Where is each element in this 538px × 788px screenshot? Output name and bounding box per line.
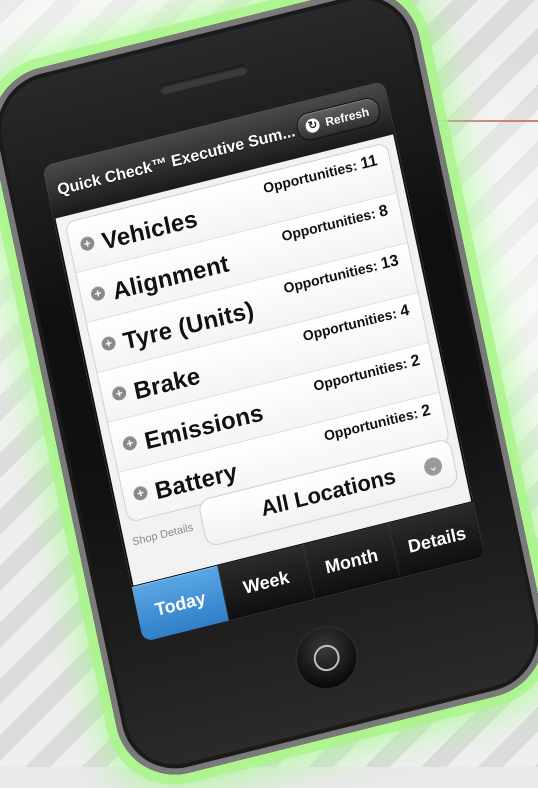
refresh-button[interactable]: ↻ Refresh [294, 95, 383, 144]
plus-circle-icon: + [110, 384, 128, 402]
plus-circle-icon: + [89, 284, 107, 303]
plus-circle-icon: + [121, 434, 139, 452]
opportunities-value: 2 [409, 351, 422, 371]
plus-circle-icon: + [79, 235, 96, 253]
plus-circle-icon: + [132, 484, 149, 502]
opportunities-value: 13 [379, 252, 401, 273]
plus-circle-icon: + [100, 334, 117, 352]
opportunities-value: 8 [377, 202, 390, 221]
refresh-label: Refresh [324, 104, 371, 130]
shop-details-label: Shop Details [131, 521, 195, 549]
opportunities-value: 2 [419, 401, 433, 421]
opportunities-value: 11 [359, 152, 380, 173]
opportunities-value: 4 [398, 301, 411, 321]
chevron-down-icon: ⌄ [422, 455, 444, 478]
refresh-icon: ↻ [304, 116, 322, 135]
